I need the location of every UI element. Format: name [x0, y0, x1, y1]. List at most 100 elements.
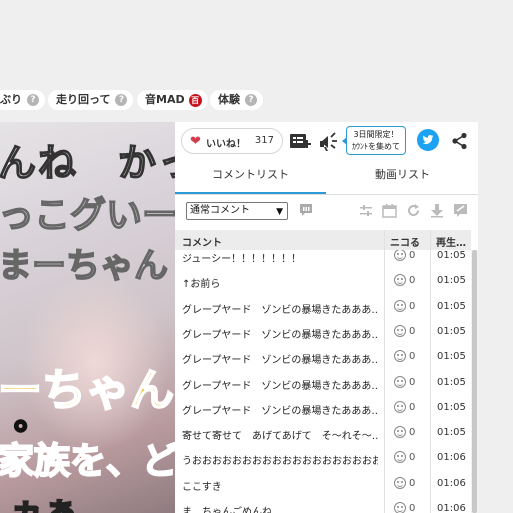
side-panel: ❤ いいね！ 317 3日間限定！ ｶｳﾝﾄを集めて コメントリスト 動画リスト… — [175, 122, 478, 513]
comment-row[interactable]: グレープヤード ゾンビの暴場きたあああ… 0 01:05 — [175, 371, 471, 396]
comment-text: 寄せて寄せて あげてあげて そ〜れそ〜… — [182, 431, 378, 443]
comment-row[interactable]: グレープヤード ゾンビの暴場きたあああ… 0 01:05 — [175, 320, 471, 345]
comment-text: うおおおおおおおおおおおおおおおおおおお… — [182, 456, 378, 468]
column-playback-time[interactable]: 再生… — [436, 234, 466, 249]
twitter-share-button[interactable] — [417, 129, 439, 151]
encyclopedia-badge-icon[interactable]: 百 — [188, 93, 202, 107]
nicoru-count: 0 — [409, 275, 416, 287]
twitter-bird-icon — [422, 135, 434, 145]
panel-tabs: コメントリスト 動画リスト — [175, 160, 478, 195]
tag-item[interactable]: 音MAD 百 — [137, 90, 208, 110]
tag-help-icon[interactable]: ? — [27, 94, 39, 106]
comment-time: 01:06 — [437, 477, 466, 489]
comment-text: ジューシー！！！！！！！ — [182, 254, 302, 265]
comment-text: グレープヤード ゾンビの暴場きたあああ… — [182, 355, 378, 367]
comment-text: グレープヤード ゾンビの暴場きたあああ… — [182, 304, 378, 316]
comment-toolbar: 通常コメント ▼ — [175, 194, 478, 230]
comment-text: グレープヤード ゾンビの暴場きたあああ… — [182, 380, 378, 392]
comment-row[interactable]: グレープヤード ゾンビの暴場きたあああ… 0 01:05 — [175, 295, 471, 320]
comment-row[interactable]: ジューシー！！！！！！！ 0 01:05 — [175, 250, 471, 269]
column-nicoru[interactable]: ニコる — [390, 234, 420, 249]
like-button[interactable]: ❤ いいね！ 317 — [181, 128, 283, 154]
tag-label[interactable]: 体験 — [218, 93, 240, 106]
video-caption: まーちゃん — [0, 245, 169, 287]
video-caption: ヵぁ — [9, 491, 79, 513]
video-player[interactable]: んね かっこ っこグいー まーちゃん ーちゃん 。 家族を、ど ヵぁ — [0, 122, 175, 513]
comment-row[interactable]: ↑お前ら 0 01:05 — [175, 269, 471, 294]
tag-item[interactable]: 走り回って? — [48, 90, 134, 110]
nicoru-icon[interactable] — [394, 400, 406, 413]
nicoru-count: 0 — [409, 427, 416, 439]
nicoru-count: 0 — [409, 452, 416, 464]
settings-sliders-icon[interactable] — [359, 204, 373, 218]
tag-help-icon[interactable]: ? — [115, 94, 128, 106]
advertise-megaphone-icon[interactable] — [318, 130, 340, 152]
add-to-playlist-icon[interactable] — [289, 131, 311, 151]
nicoru-icon[interactable] — [394, 274, 406, 287]
video-caption: っこグいー — [0, 194, 175, 237]
nicoru-icon[interactable] — [394, 324, 406, 337]
nicoru-count: 0 — [409, 477, 416, 489]
comment-time: 01:05 — [437, 427, 466, 439]
nicoru-icon[interactable] — [394, 451, 406, 464]
tag-item[interactable]: 体験? — [210, 90, 263, 110]
comment-time: 01:05 — [437, 250, 466, 261]
comment-row[interactable]: うおおおおおおおおおおおおおおおおおおお… 0 01:06 — [175, 446, 471, 471]
nicoru-count: 0 — [409, 376, 416, 388]
tag-bar: ぶり? 走り回って? 音MAD 百 体験? — [0, 88, 513, 112]
tag-help-icon[interactable]: ? — [245, 94, 257, 106]
calendar-icon[interactable] — [382, 203, 397, 218]
nicoru-icon[interactable] — [394, 299, 406, 312]
promo-line: ｶｳﾝﾄを集めて — [352, 142, 400, 151]
comment-text: グレープヤード ゾンビの暴場きたあああ… — [182, 329, 378, 341]
comment-time: 01:05 — [437, 325, 466, 337]
comment-row[interactable]: ま ちゃんごめんね 0 01:06 — [175, 497, 471, 513]
chevron-down-icon: ▼ — [276, 207, 283, 217]
comment-list-scrollbar[interactable] — [471, 250, 478, 513]
nicoru-icon[interactable] — [394, 250, 406, 261]
comment-text: ここすき — [182, 481, 222, 493]
comment-text: ま ちゃんごめんね — [182, 507, 272, 513]
comment-time: 01:05 — [437, 376, 466, 388]
nicoru-icon[interactable] — [394, 350, 406, 363]
tab-video-list[interactable]: 動画リスト — [327, 160, 478, 194]
comment-table-header: コメント ニコる 再生… — [175, 230, 471, 250]
comment-row[interactable]: 寄せて寄せて あげてあげて そ〜れそ〜… 0 01:05 — [175, 421, 471, 446]
comment-time: 01:06 — [437, 452, 466, 464]
tag-label[interactable]: 音MAD — [145, 93, 185, 106]
comment-bubble-icon[interactable] — [299, 203, 313, 217]
comment-time: 01:05 — [437, 351, 466, 363]
comment-time: 01:06 — [437, 503, 466, 513]
nicoru-icon[interactable] — [394, 426, 406, 439]
comment-time: 01:05 — [437, 275, 466, 287]
comment-type-value: 通常コメント — [190, 205, 250, 216]
scrollbar-thumb[interactable] — [472, 250, 477, 513]
panel-action-bar: ❤ いいね！ 317 3日間限定！ ｶｳﾝﾄを集めて — [175, 122, 478, 160]
nicoru-count: 0 — [409, 300, 416, 312]
promo-line: 3日間限定！ — [353, 130, 399, 139]
comment-list: ジューシー！！！！！！！ 0 01:05 ↑お前ら 0 01:05 グレープヤード ゾンビの… — [175, 250, 471, 513]
comment-hide-icon[interactable] — [453, 203, 468, 218]
nicoru-icon[interactable] — [394, 502, 406, 513]
comment-row[interactable]: ここすき 0 01:06 — [175, 472, 471, 497]
share-icon[interactable] — [451, 132, 469, 150]
refresh-icon[interactable] — [406, 203, 421, 218]
nicoru-count: 0 — [409, 503, 416, 513]
video-caption: 家族を、ど — [0, 440, 175, 483]
scroll-down-icon[interactable] — [430, 203, 444, 218]
comment-row[interactable]: グレープヤード ゾンビの暴場きたあああ… 0 01:05 — [175, 396, 471, 421]
tab-comment-list[interactable]: コメントリスト — [175, 160, 326, 194]
like-count: 317 — [254, 135, 274, 146]
column-comment[interactable]: コメント — [182, 234, 222, 249]
tag-item[interactable]: ぶり? — [0, 90, 45, 110]
nicoru-icon[interactable] — [394, 375, 406, 388]
promo-tooltip[interactable]: 3日間限定！ ｶｳﾝﾄを集めて — [342, 126, 406, 155]
comment-time: 01:05 — [437, 401, 466, 413]
like-label: いいね！ — [206, 139, 246, 150]
nicoru-icon[interactable] — [394, 476, 406, 489]
comment-row[interactable]: グレープヤード ゾンビの暴場きたあああ… 0 01:05 — [175, 345, 471, 370]
comment-type-select[interactable]: 通常コメント ▼ — [186, 202, 288, 220]
tag-label[interactable]: 走り回って — [56, 93, 110, 106]
tag-label[interactable]: ぶり — [0, 93, 22, 106]
nicoru-count: 0 — [409, 250, 416, 261]
